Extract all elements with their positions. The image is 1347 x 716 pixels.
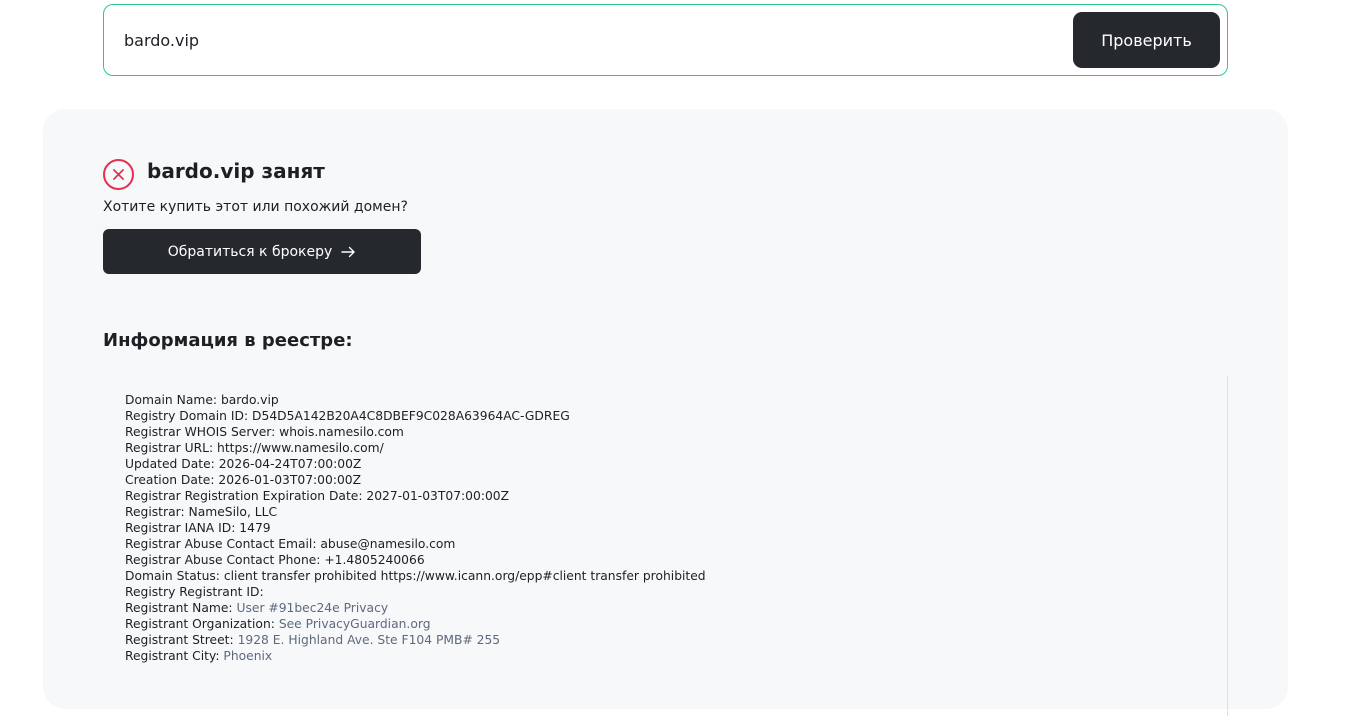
- whois-value: 2027-01-03T07:00:00Z: [366, 489, 510, 503]
- whois-value: abuse@namesilo.com: [320, 537, 456, 551]
- whois-value: User #91bec24e Privacy: [236, 601, 389, 615]
- whois-key: Registrar Registration Expiration Date:: [125, 489, 363, 503]
- whois-key: Registrant Organization:: [125, 617, 275, 631]
- whois-value: whois.namesilo.com: [279, 425, 404, 439]
- whois-key: Registrar WHOIS Server:: [125, 425, 276, 439]
- status-row: bardo.vip занят: [103, 155, 325, 190]
- whois-line: Registrar Abuse Contact Email: abuse@nam…: [125, 536, 706, 552]
- whois-line: Registrant Organization: See PrivacyGuar…: [125, 616, 706, 632]
- whois-line: Registrant Street: 1928 E. Highland Ave.…: [125, 632, 706, 648]
- whois-value: 2026-01-03T07:00:00Z: [218, 473, 362, 487]
- whois-line: Registrant City: Phoenix: [125, 648, 706, 664]
- contact-broker-label: Обратиться к брокеру: [167, 243, 333, 260]
- buy-question-text: Хотите купить этот или похожий домен?: [103, 199, 408, 215]
- whois-record-lines: Domain Name: bardo.vip Registry Domain ID…: [125, 392, 706, 664]
- whois-line: Domain Status: client transfer prohibite…: [125, 568, 706, 584]
- whois-line: Registrar: NameSilo, LLC: [125, 504, 706, 520]
- whois-line: Domain Name: bardo.vip: [125, 392, 706, 408]
- whois-value: bardo.vip: [220, 393, 279, 407]
- whois-key: Registrar:: [125, 505, 185, 519]
- whois-line: Registry Domain ID: D54D5A142B20A4C8DBEF…: [125, 408, 706, 424]
- whois-key: Updated Date:: [125, 457, 215, 471]
- whois-line: Registry Registrant ID:: [125, 584, 706, 600]
- domain-search-input[interactable]: [124, 23, 1024, 57]
- whois-line: Registrar IANA ID: 1479: [125, 520, 706, 536]
- whois-value: See PrivacyGuardian.org: [278, 617, 431, 631]
- whois-key: Domain Status:: [125, 569, 220, 583]
- whois-key: Registrar Abuse Contact Email:: [125, 537, 317, 551]
- whois-line: Registrar WHOIS Server: whois.namesilo.c…: [125, 424, 706, 440]
- whois-key: Registry Registrant ID:: [125, 585, 264, 599]
- whois-key: Creation Date:: [125, 473, 215, 487]
- whois-value: D54D5A142B20A4C8DBEF9C028A63964AC-GDREG: [252, 409, 570, 423]
- whois-key: Registrant Street:: [125, 633, 234, 647]
- whois-value: Phoenix: [223, 649, 273, 663]
- whois-value: 2026-04-24T07:00:00Z: [218, 457, 362, 471]
- whois-value: client transfer prohibited https://www.i…: [223, 569, 706, 583]
- status-title: bardo.vip занят: [147, 159, 325, 183]
- result-card: bardo.vip занят Хотите купить этот или п…: [43, 109, 1288, 716]
- arrow-right-icon: [341, 246, 356, 258]
- whois-key: Registrar URL:: [125, 441, 214, 455]
- whois-key: Registry Domain ID:: [125, 409, 249, 423]
- whois-key: Registrar IANA ID:: [125, 521, 236, 535]
- whois-line: Creation Date: 2026-01-03T07:00:00Z: [125, 472, 706, 488]
- registry-heading: Информация в реестре:: [103, 330, 353, 351]
- contact-broker-button[interactable]: Обратиться к брокеру: [103, 229, 421, 274]
- whois-line: Registrar Registration Expiration Date: …: [125, 488, 706, 504]
- domain-search-bar: Проверить: [103, 4, 1228, 76]
- whois-key: Registrant Name:: [125, 601, 233, 615]
- check-button[interactable]: Проверить: [1073, 12, 1220, 68]
- whois-key: Registrar Abuse Contact Phone:: [125, 553, 321, 567]
- whois-line: Registrant Name: User #91bec24e Privacy: [125, 600, 706, 616]
- whois-value: 1928 E. Highland Ave. Ste F104 PMB# 255: [237, 633, 501, 647]
- whois-value: https://www.namesilo.com/: [217, 441, 384, 455]
- whois-line: Updated Date: 2026-04-24T07:00:00Z: [125, 456, 706, 472]
- whois-key: Domain Name:: [125, 393, 218, 407]
- whois-key: Registrant City:: [125, 649, 220, 663]
- whois-line: Registrar URL: https://www.namesilo.com/: [125, 440, 706, 456]
- whois-line: Registrar Abuse Contact Phone: +1.480524…: [125, 552, 706, 568]
- close-circle-icon: [103, 158, 134, 190]
- whois-value: +1.4805240066: [324, 553, 425, 567]
- whois-record-box: Domain Name: bardo.vip Registry Domain ID…: [103, 376, 1228, 716]
- whois-value: 1479: [239, 521, 271, 535]
- whois-value: NameSilo, LLC: [188, 505, 278, 519]
